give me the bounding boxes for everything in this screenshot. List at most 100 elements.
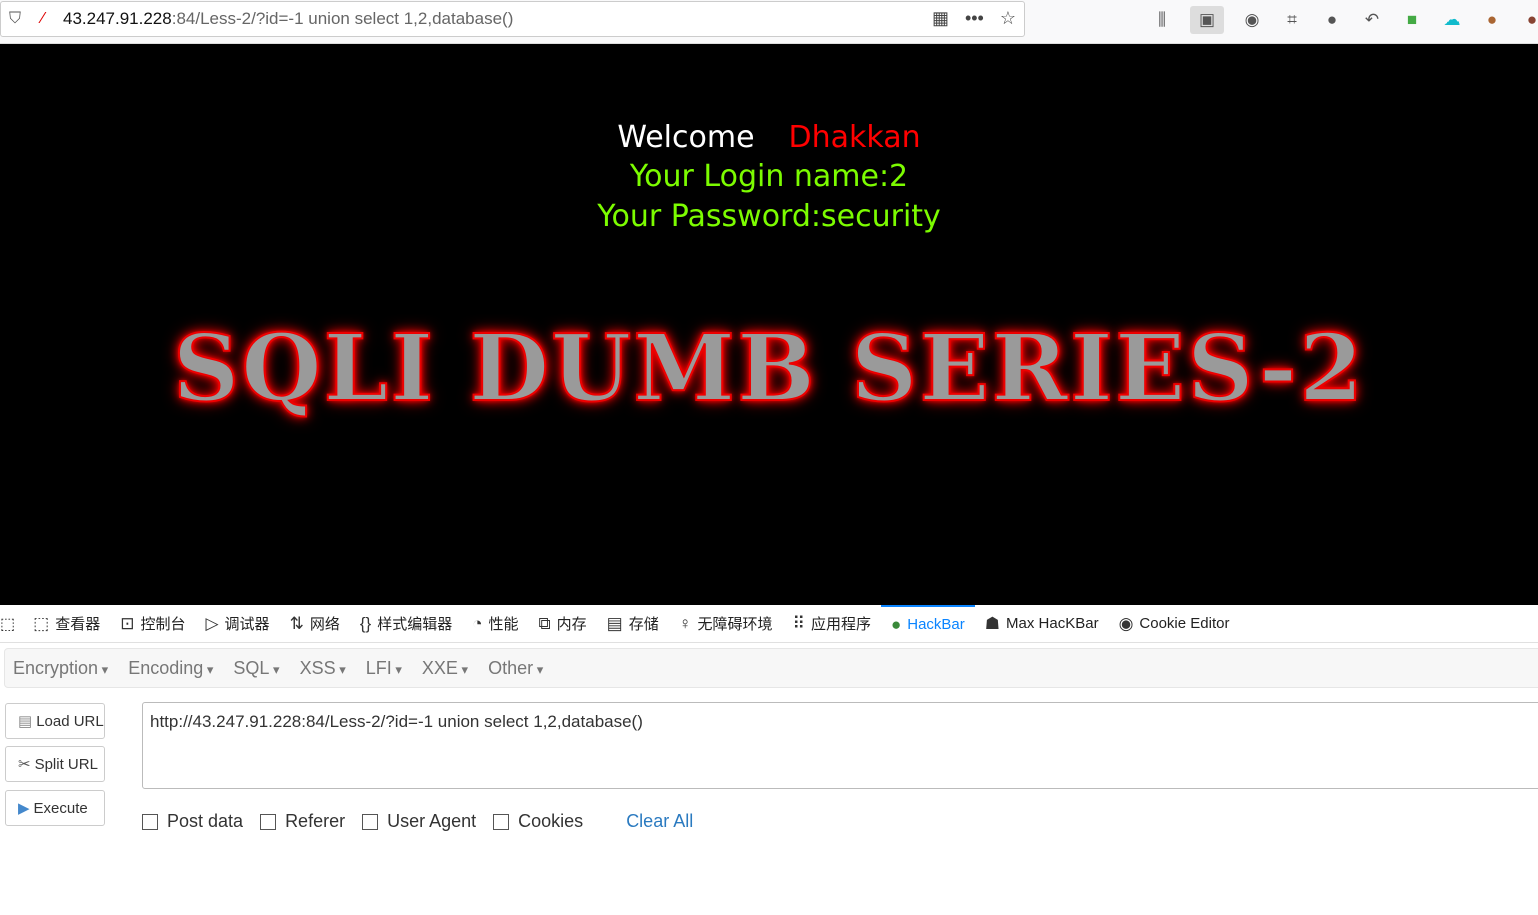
devtools-tab[interactable]: ⇅ 网络 — [280, 605, 350, 643]
account-icon[interactable]: ◉ — [1240, 6, 1264, 34]
tab-label: 存储 — [628, 616, 659, 633]
tab-label: 调试器 — [224, 616, 270, 633]
tab-label: 无障碍环境 — [697, 616, 773, 633]
tab-label: 控制台 — [140, 616, 186, 633]
back-arrow-icon[interactable]: ↶ — [1360, 6, 1384, 34]
play-icon: ▶ — [18, 800, 30, 817]
tab-icon: ◉ — [1118, 613, 1134, 633]
load-icon: ▤ — [18, 713, 33, 730]
menu-encryption[interactable]: Encryption — [5, 658, 120, 679]
qr-code-icon[interactable]: ▦ — [932, 8, 949, 29]
referer-label: Referer — [285, 811, 346, 831]
crop-icon[interactable]: ⌗ — [1280, 6, 1304, 34]
google-ext-icon[interactable]: ■ — [1400, 6, 1424, 34]
login-name: Your Login name:2 — [629, 159, 909, 194]
page-content: Welcome Dhakkan Your Login name:2 Your Pa… — [0, 44, 1538, 605]
user-agent-checkbox[interactable] — [362, 813, 379, 830]
cookies-label: Cookies — [518, 811, 584, 831]
execute-label: Execute — [33, 799, 88, 817]
tab-label: 样式编辑器 — [377, 616, 453, 633]
split-url-label: Split URL — [34, 755, 98, 773]
split-url-button[interactable]: ✂ Split URL — [5, 746, 105, 782]
tab-label: 查看器 — [55, 616, 101, 633]
tab-label: 应用程序 — [810, 616, 871, 633]
tab-label: HackBar — [907, 616, 965, 633]
menu-xxe[interactable]: XXE — [414, 658, 480, 679]
devtools-tab[interactable]: ● HackBar — [880, 604, 975, 643]
chat-icon[interactable]: ● — [1320, 6, 1344, 34]
browser-toolbar: ⛉ ⁄ 43.247.91.228:84/Less-2/?id=-1 union… — [0, 0, 1538, 44]
tab-icon: ◔ — [472, 613, 483, 633]
picker-icon[interactable]: ⬚ — [0, 614, 23, 634]
load-url-button[interactable]: ▤ Load URL — [5, 703, 105, 739]
cookie-icon[interactable]: ● — [1480, 6, 1504, 34]
tab-label: Cookie Editor — [1139, 615, 1230, 632]
star-icon[interactable]: ☆ — [1000, 8, 1016, 29]
menu-xss[interactable]: XSS — [292, 658, 358, 679]
clear-all-link[interactable]: Clear All — [626, 811, 693, 832]
tab-label: Max HacKBar — [1006, 615, 1099, 632]
load-url-label: Load URL — [36, 712, 104, 730]
menu-sql[interactable]: SQL — [225, 658, 291, 679]
tab-label: 性能 — [488, 616, 519, 633]
tab-label: 网络 — [309, 616, 340, 633]
tab-icon: ▤ — [606, 613, 623, 633]
more-icon[interactable]: ••• — [965, 8, 984, 29]
url-path: :84/Less-2/?id=-1 union select 1,2,datab… — [171, 9, 514, 28]
cookies-option[interactable]: Cookies — [493, 811, 583, 832]
tab-icon: ⊡ — [120, 613, 135, 633]
cloud-icon[interactable]: ☁ — [1440, 6, 1464, 34]
devtools-tab[interactable]: ⧉ 内存 — [529, 605, 597, 643]
hackbar-menu: Encryption Encoding SQL XSS LFI XXE Othe… — [4, 648, 1538, 688]
welcome-text: Welcome — [617, 120, 755, 155]
shield-icon[interactable]: ⛉ — [1, 10, 29, 28]
referer-option[interactable]: Referer — [260, 811, 345, 832]
devtools-tabs: ⬚ ⬚ 查看器 ⊡ 控制台 ▷ 调试器 ⇅ 网络 {} 样式编辑器 ◔ 性能 ⧉ 内存 ▤ 存储 ♀ 无障碍环境 ⠿… — [0, 604, 1538, 643]
tab-icon: ☗ — [984, 613, 1001, 633]
library-icon[interactable]: ⫼ — [1150, 6, 1174, 34]
banner-logo: SQLI DUMB SERIES-2 — [172, 313, 1366, 423]
menu-other[interactable]: Other — [480, 658, 555, 679]
user-agent-option[interactable]: User Agent — [362, 811, 476, 832]
cookies-checkbox[interactable] — [493, 813, 510, 830]
devtools-tab[interactable]: ◉ Cookie Editor — [1109, 605, 1240, 643]
devtools-tab[interactable]: ♀ 无障碍环境 — [669, 605, 783, 643]
devtools-tab[interactable]: ⬚ 查看器 — [23, 605, 110, 643]
devtools-tab[interactable]: ▤ 存储 — [597, 605, 669, 643]
tab-icon: ⬚ — [33, 613, 50, 633]
tab-icon: ● — [890, 614, 902, 634]
tab-icon: ⇅ — [289, 613, 304, 633]
tab-icon: {} — [359, 613, 372, 633]
options-row: Post data Referer User Agent Cookies Cle… — [142, 811, 693, 832]
devtools-tab[interactable]: ◔ 性能 — [462, 605, 528, 643]
user-name: Dhakkan — [788, 120, 921, 155]
sidebar-icon[interactable]: ▣ — [1190, 6, 1224, 34]
url-bar[interactable]: ⛉ ⁄ 43.247.91.228:84/Less-2/?id=-1 union… — [0, 1, 1025, 37]
scissors-icon: ✂ — [18, 756, 31, 773]
menu-encoding[interactable]: Encoding — [120, 658, 225, 679]
url-input[interactable]: http://43.247.91.228:84/Less-2/?id=-1 un… — [142, 702, 1538, 789]
tab-icon: ♀ — [678, 613, 692, 633]
password: Your Password:security — [597, 199, 941, 234]
post-data-option[interactable]: Post data — [142, 811, 243, 832]
menu-lfi[interactable]: LFI — [358, 658, 414, 679]
tab-icon: ▷ — [205, 613, 219, 633]
user-agent-label: User Agent — [387, 811, 477, 831]
insecure-lock-icon[interactable]: ⁄ — [29, 10, 57, 28]
welcome-line: Welcome Dhakkan — [0, 120, 1538, 155]
url-host: 43.247.91.228 — [63, 9, 172, 28]
post-data-label: Post data — [167, 811, 244, 831]
execute-button[interactable]: ▶ Execute — [5, 790, 105, 826]
post-data-checkbox[interactable] — [142, 813, 158, 830]
tab-label: 内存 — [556, 616, 587, 633]
devtools-tab[interactable]: ▷ 调试器 — [195, 605, 279, 643]
tab-icon: ⠿ — [792, 613, 805, 633]
referer-checkbox[interactable] — [260, 813, 277, 830]
tab-icon: ⧉ — [538, 613, 551, 633]
devtools-tab[interactable]: ⠿ 应用程序 — [783, 605, 881, 643]
devtools-tab[interactable]: {} 样式编辑器 — [350, 605, 462, 643]
devtools-tab[interactable]: ☗ Max HacKBar — [975, 605, 1109, 643]
devtools-tab[interactable]: ⊡ 控制台 — [110, 605, 195, 643]
url-text[interactable]: 43.247.91.228:84/Less-2/?id=-1 union sel… — [63, 9, 513, 29]
cookie-editor-icon[interactable]: ● — [1520, 6, 1538, 34]
